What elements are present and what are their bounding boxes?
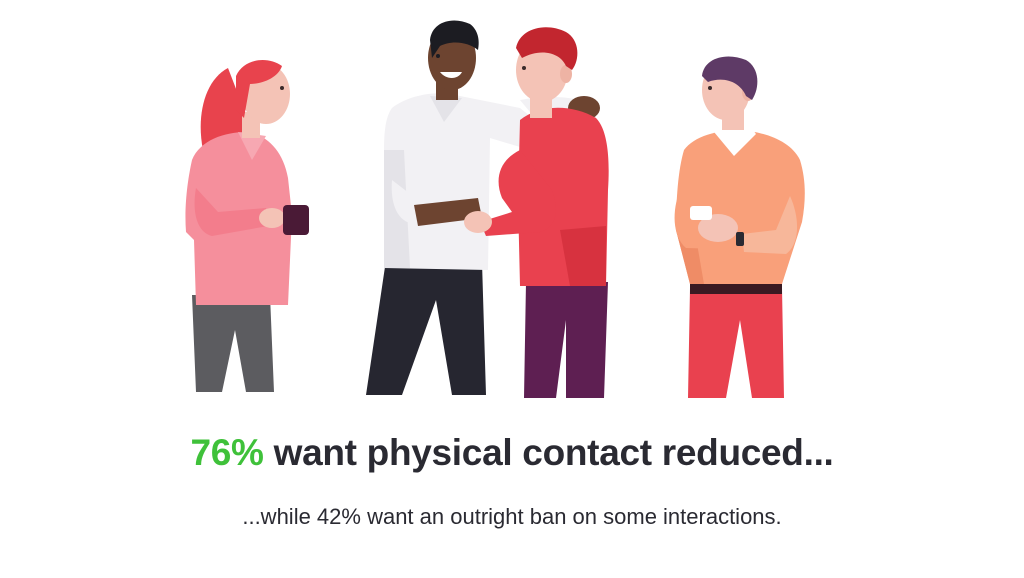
woman-with-mug-figure bbox=[185, 60, 309, 392]
headline: 76% want physical contact reduced... bbox=[0, 432, 1024, 474]
headline-percent-accent: 76% bbox=[190, 432, 264, 473]
man-orange-sweater-figure bbox=[674, 56, 805, 398]
subheadline: ...while 42% want an outright ban on som… bbox=[242, 504, 782, 529]
headline-text: want physical contact reduced... bbox=[273, 432, 834, 473]
office-people-illustration bbox=[185, 20, 805, 398]
